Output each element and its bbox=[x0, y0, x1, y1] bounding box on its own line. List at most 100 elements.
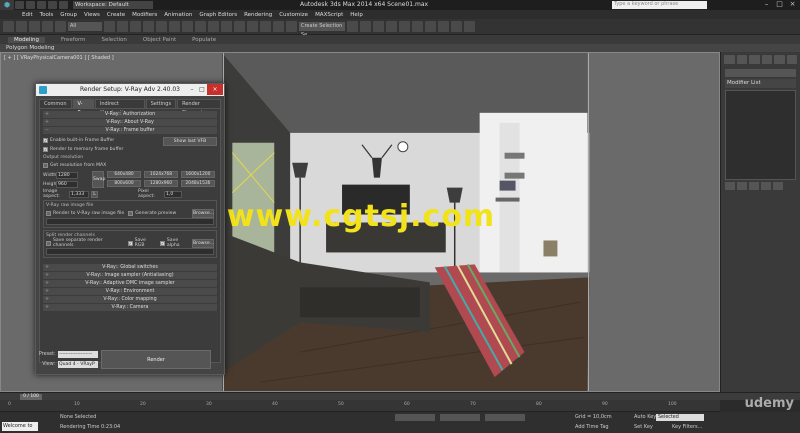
material-editor-icon[interactable] bbox=[425, 21, 436, 32]
tab-freeform[interactable]: Freeform bbox=[61, 37, 86, 43]
lock-aspect-button[interactable]: L bbox=[91, 190, 98, 198]
preset-dropdown[interactable]: -------------------- bbox=[58, 351, 98, 358]
remove-modifier-icon[interactable] bbox=[761, 182, 771, 190]
menu-help[interactable]: Help bbox=[350, 12, 363, 18]
tab-settings[interactable]: Settings bbox=[145, 99, 177, 108]
make-unique-icon[interactable] bbox=[749, 182, 759, 190]
utilities-tab-icon[interactable] bbox=[786, 55, 797, 64]
tab-common[interactable]: Common bbox=[39, 99, 72, 108]
tab-indirect-illumination[interactable]: Indirect illumination bbox=[94, 99, 145, 116]
rectangle-selection-icon[interactable] bbox=[130, 21, 141, 32]
menu-views[interactable]: Views bbox=[84, 12, 100, 18]
motion-tab-icon[interactable] bbox=[761, 55, 772, 64]
menu-group[interactable]: Group bbox=[60, 12, 77, 18]
set-key-button[interactable]: Set Key bbox=[634, 424, 653, 430]
spinner-snap-icon[interactable] bbox=[273, 21, 284, 32]
modify-tab-icon[interactable] bbox=[736, 55, 747, 64]
redo-icon[interactable] bbox=[59, 1, 68, 9]
rollout-adaptive-dmc[interactable]: V-Ray:: Adaptive DMC image sampler bbox=[43, 280, 217, 287]
pivot-center-icon[interactable] bbox=[208, 21, 219, 32]
render-memory-checkbox[interactable]: ✓ bbox=[43, 146, 48, 152]
undo-toolbar-icon[interactable] bbox=[3, 21, 14, 32]
hierarchy-tab-icon[interactable] bbox=[749, 55, 760, 64]
open-file-icon[interactable] bbox=[26, 1, 35, 9]
angle-snap-icon[interactable] bbox=[247, 21, 258, 32]
height-input[interactable]: 960 bbox=[56, 180, 78, 188]
rollout-authorization[interactable]: V-Ray:: Authorization bbox=[43, 111, 217, 118]
configure-sets-icon[interactable] bbox=[773, 182, 783, 190]
link-icon[interactable] bbox=[29, 21, 40, 32]
create-tab-icon[interactable] bbox=[724, 55, 735, 64]
save-alpha-checkbox[interactable]: ✓ bbox=[159, 240, 165, 246]
dialog-title-bar[interactable]: Render Setup: V-Ray Adv 2.40.03 – □ × bbox=[36, 84, 224, 96]
time-slider[interactable]: 0 / 100 bbox=[0, 392, 800, 400]
percent-snap-icon[interactable] bbox=[260, 21, 271, 32]
preset-2048x1536-button[interactable]: 2048x1536 bbox=[181, 180, 215, 187]
menu-tools[interactable]: Tools bbox=[40, 12, 54, 18]
raw-file-path-input[interactable] bbox=[46, 218, 214, 225]
preset-1600x1200-button[interactable]: 1600x1200 bbox=[181, 171, 215, 178]
viewport-label[interactable]: [ + ] [ VRayPhysicalCamera001 ] [ Shaded… bbox=[4, 55, 114, 61]
render-setup-icon[interactable] bbox=[438, 21, 449, 32]
y-coordinate-field[interactable] bbox=[440, 414, 480, 421]
tab-modeling[interactable]: Modeling bbox=[8, 36, 46, 43]
save-file-icon[interactable] bbox=[37, 1, 46, 9]
save-rgb-checkbox[interactable]: ✓ bbox=[127, 240, 133, 246]
show-end-result-icon[interactable] bbox=[737, 182, 747, 190]
raw-browse-button[interactable]: Browse... bbox=[192, 208, 214, 218]
window-crossing-icon[interactable] bbox=[143, 21, 154, 32]
split-browse-button[interactable]: Browse... bbox=[192, 238, 214, 248]
key-filters-button[interactable]: Key Filters... bbox=[672, 424, 702, 430]
menu-create[interactable]: Create bbox=[107, 12, 125, 18]
menu-animation[interactable]: Animation bbox=[164, 12, 192, 18]
rollout-global-switches[interactable]: V-Ray:: Global switches bbox=[43, 264, 217, 271]
add-time-tag-button[interactable]: Add Time Tag bbox=[575, 424, 609, 430]
view-dropdown[interactable]: Quad 4 - VRayP bbox=[58, 361, 98, 368]
menu-graph-editors[interactable]: Graph Editors bbox=[199, 12, 237, 18]
save-separate-checkbox[interactable] bbox=[46, 240, 51, 246]
new-file-icon[interactable] bbox=[15, 1, 24, 9]
unlink-icon[interactable] bbox=[42, 21, 53, 32]
rollout-camera[interactable]: V-Ray:: Camera bbox=[43, 304, 217, 311]
show-last-vfb-button[interactable]: Show last VFB bbox=[163, 137, 217, 146]
rendered-frame-icon[interactable] bbox=[451, 21, 462, 32]
menu-rendering[interactable]: Rendering bbox=[244, 12, 272, 18]
reference-coordinate-icon[interactable] bbox=[195, 21, 206, 32]
render-button[interactable]: Render bbox=[101, 350, 211, 369]
preset-1280x960-button[interactable]: 1280x960 bbox=[144, 180, 178, 187]
close-icon[interactable]: × bbox=[787, 0, 798, 9]
dialog-minimize-icon[interactable]: – bbox=[187, 84, 197, 95]
graphite-toggle-icon[interactable] bbox=[386, 21, 397, 32]
enable-vfb-checkbox[interactable]: ✓ bbox=[43, 137, 48, 143]
menu-edit[interactable]: Edit bbox=[22, 12, 33, 18]
modifier-stack[interactable] bbox=[725, 90, 796, 180]
key-mode-dropdown[interactable]: Selected bbox=[656, 414, 704, 421]
snap-toggle-icon[interactable] bbox=[234, 21, 245, 32]
split-file-path-input[interactable] bbox=[46, 248, 214, 255]
move-icon[interactable] bbox=[156, 21, 167, 32]
menu-customize[interactable]: Customize bbox=[279, 12, 308, 18]
tab-object-paint[interactable]: Object Paint bbox=[143, 37, 176, 43]
select-by-name-icon[interactable] bbox=[117, 21, 128, 32]
get-from-max-checkbox[interactable] bbox=[43, 162, 48, 168]
dialog-maximize-icon[interactable]: □ bbox=[197, 84, 207, 95]
render-production-icon[interactable] bbox=[464, 21, 475, 32]
modifier-list-dropdown[interactable]: Modifier List bbox=[725, 79, 796, 88]
bind-spacewarp-icon[interactable] bbox=[55, 21, 66, 32]
rollout-frame-buffer[interactable]: V-Ray:: Frame buffer bbox=[43, 127, 217, 134]
rollout-about-vray[interactable]: V-Ray:: About V-Ray bbox=[43, 119, 217, 126]
mirror-icon[interactable] bbox=[347, 21, 358, 32]
tab-render-elements[interactable]: Render Elements bbox=[177, 99, 221, 116]
rollout-color-mapping[interactable]: V-Ray:: Color mapping bbox=[43, 296, 217, 303]
rollout-environment[interactable]: V-Ray:: Environment bbox=[43, 288, 217, 295]
tab-selection[interactable]: Selection bbox=[102, 37, 127, 43]
named-selection-dropdown[interactable]: Create Selection Se bbox=[299, 22, 345, 38]
object-name-field[interactable] bbox=[725, 69, 796, 77]
minimize-icon[interactable]: – bbox=[761, 0, 772, 9]
track-bar[interactable]: 0 10 20 30 40 50 60 70 80 90 100 bbox=[0, 400, 720, 412]
tab-vray[interactable]: V-Ray bbox=[72, 99, 94, 116]
rollout-image-sampler[interactable]: V-Ray:: Image sampler (Antialiasing) bbox=[43, 272, 217, 279]
pixel-aspect-input[interactable]: 1,0 bbox=[164, 190, 182, 198]
menu-maxscript[interactable]: MAXScript bbox=[315, 12, 343, 18]
generate-preview-checkbox[interactable] bbox=[128, 210, 134, 216]
